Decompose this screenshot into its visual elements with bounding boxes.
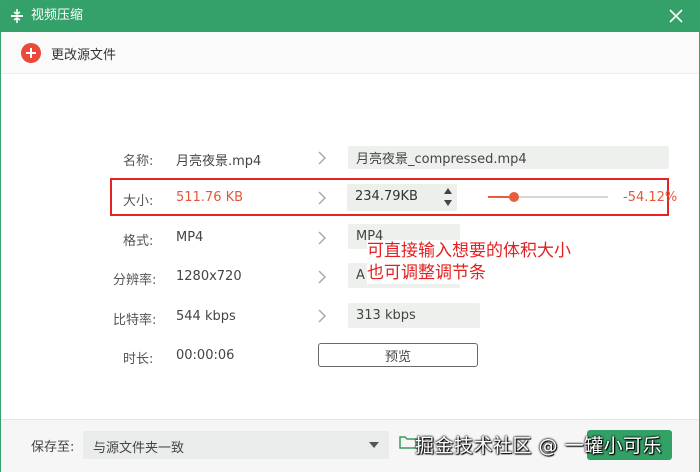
source-bitrate: 544 kbps [176, 309, 236, 324]
annotation-line-2: 也可调整调节条 [367, 262, 490, 284]
toolbar: 更改源文件 [1, 32, 699, 74]
change-source-label: 更改源文件 [51, 47, 117, 63]
chevron-right-icon [318, 151, 327, 165]
chevron-right-icon [318, 231, 327, 245]
size-slider[interactable] [488, 192, 608, 202]
preview-button[interactable]: 预览 [318, 343, 478, 367]
duration-label: 时长: [123, 352, 154, 367]
source-duration: 00:00:06 [176, 348, 235, 363]
source-resolution: 1280x720 [176, 269, 242, 284]
bitrate-label: 比特率: [113, 313, 157, 328]
stepper-down-icon[interactable] [444, 200, 452, 206]
source-format: MP4 [176, 230, 204, 245]
size-reduction-percent: -54.12% [623, 190, 678, 205]
size-label: 大小: [123, 194, 154, 209]
source-name: 月亮夜景.mp4 [176, 154, 262, 169]
save-location-value: 与源文件夹一致 [93, 441, 185, 456]
name-label: 名称: [123, 154, 154, 169]
video-compress-window: 视频压缩 更改源文件 名称: 月亮夜景.mp4 月亮夜景_compressed.… [0, 0, 700, 472]
stepper-up-icon[interactable] [444, 188, 452, 194]
format-label: 格式: [123, 234, 154, 249]
save-to-label: 保存至: [31, 440, 75, 455]
chevron-down-icon[interactable] [369, 442, 379, 448]
chevron-right-icon [318, 309, 327, 323]
chevron-right-icon [318, 270, 327, 284]
output-bitrate-field[interactable]: 313 kbps [348, 303, 480, 328]
output-size-stepper[interactable]: 234.79KB [347, 184, 457, 211]
annotation-line-1: 可直接输入想要的体积大小 [367, 240, 575, 262]
watermark: 掘金技术社区 @ 一罐小可乐 [415, 435, 663, 457]
close-icon[interactable] [667, 7, 685, 25]
save-location-select[interactable]: 与源文件夹一致 [83, 431, 389, 459]
chevron-right-icon [318, 191, 327, 205]
output-size-value[interactable]: 234.79KB [355, 189, 418, 204]
change-source-button[interactable]: 更改源文件 [21, 43, 116, 63]
title-bar: 视频压缩 [1, 1, 699, 32]
resolution-label: 分辨率: [113, 273, 157, 288]
source-size: 511.76 KB [176, 190, 244, 205]
window-title: 视频压缩 [31, 8, 84, 23]
output-name-field[interactable]: 月亮夜景_compressed.mp4 [348, 146, 669, 169]
compress-icon [11, 9, 23, 23]
plus-circle-icon [21, 43, 41, 63]
